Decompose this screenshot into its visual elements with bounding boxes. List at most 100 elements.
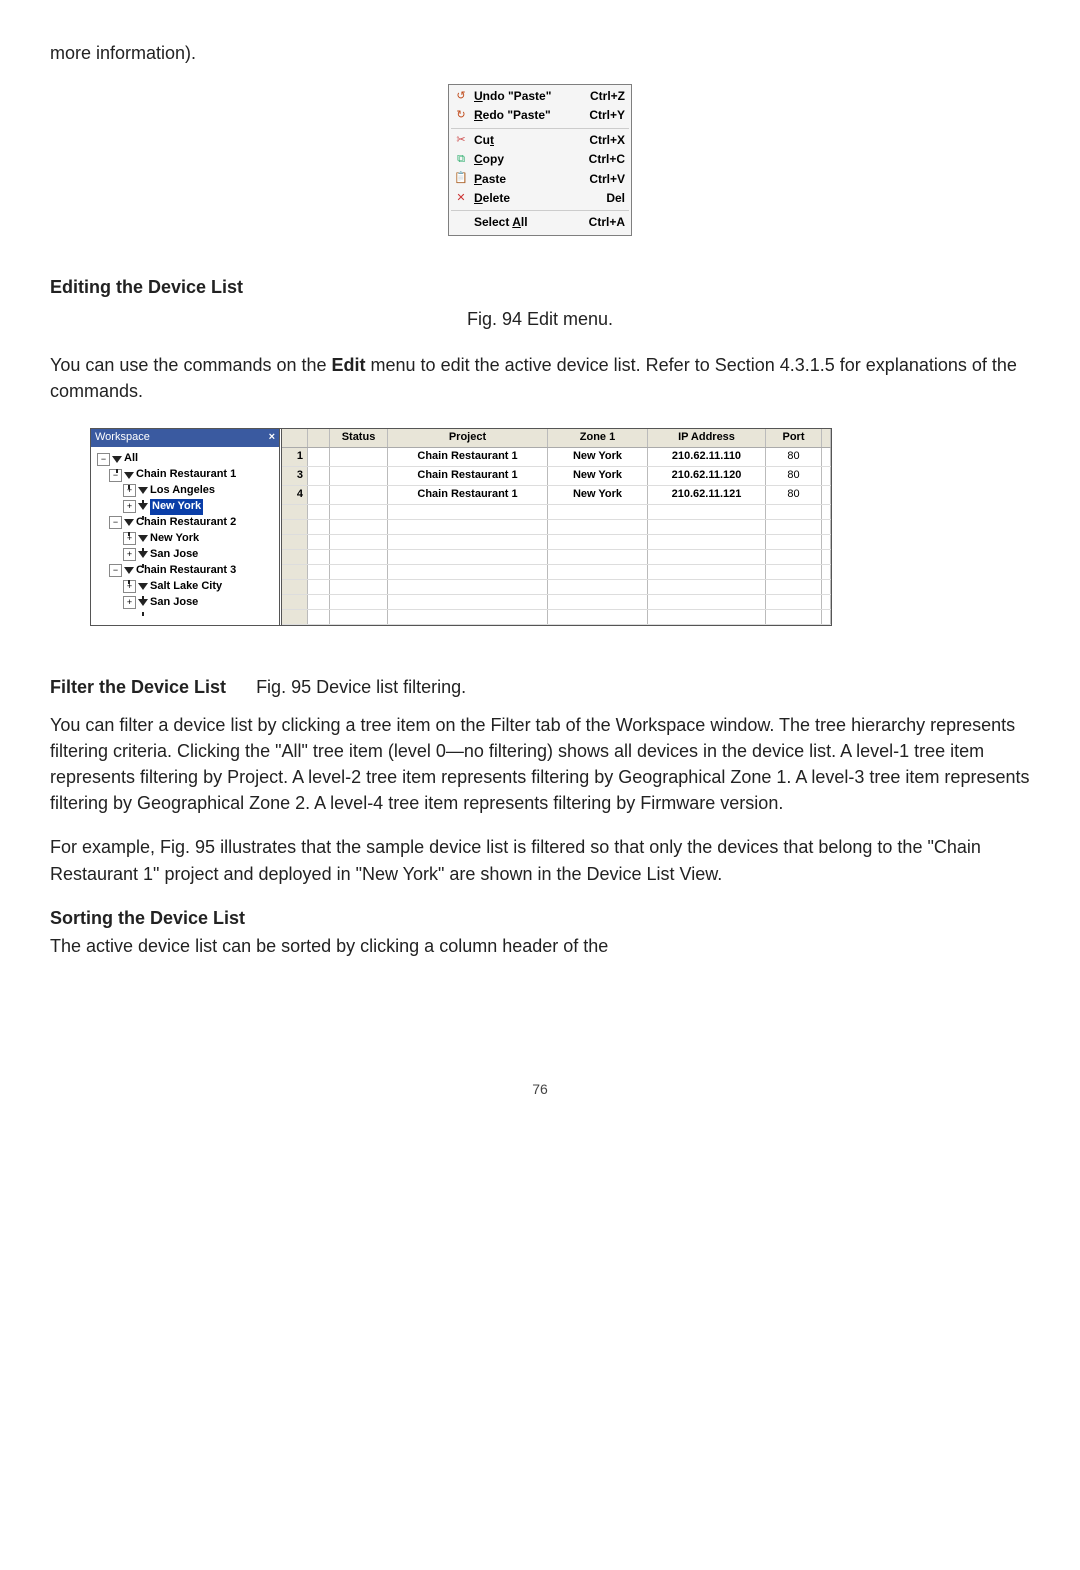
col-rownum[interactable] [282, 429, 308, 447]
table-row[interactable] [282, 580, 831, 595]
tree-item[interactable]: − Chain Restaurant 3 [93, 563, 277, 579]
tree-item[interactable]: + New York [93, 499, 277, 515]
tree-label: Chain Restaurant 3 [136, 563, 236, 579]
expand-icon[interactable]: + [123, 500, 136, 513]
menu-shortcut: Ctrl+V [589, 171, 625, 188]
filter-icon [138, 599, 148, 606]
table-row[interactable]: 1Chain Restaurant 1New York210.62.11.110… [282, 448, 831, 467]
table-row[interactable] [282, 550, 831, 565]
heading-filter: Filter the Device List [50, 674, 226, 700]
tree-label: Chain Restaurant 2 [136, 515, 236, 531]
table-row[interactable] [282, 505, 831, 520]
menu-shortcut: Del [606, 190, 625, 207]
tree-label: New York [150, 499, 203, 515]
col-status[interactable]: Status [330, 429, 388, 447]
filter-icon [138, 583, 148, 590]
table-row[interactable]: 3Chain Restaurant 1New York210.62.11.120… [282, 467, 831, 486]
col-ip[interactable]: IP Address [648, 429, 766, 447]
menu-label: Select All [474, 214, 589, 231]
table-row[interactable] [282, 565, 831, 580]
workspace-title: Workspace [95, 430, 150, 446]
filter-icon [124, 472, 134, 479]
filter-tree[interactable]: −All−Chain Restaurant 1+Los Angeles+New … [91, 447, 279, 622]
menu-item[interactable]: Select AllCtrl+A [449, 213, 631, 232]
menu-label: Cut [474, 132, 589, 149]
tree-item[interactable]: +Salt Lake City [93, 579, 277, 595]
undo-icon: ↺ [453, 90, 469, 104]
workspace-panel: Workspace × −All−Chain Restaurant 1+Los … [91, 429, 282, 625]
filter-icon [124, 567, 134, 574]
tree-label: Salt Lake City [150, 579, 222, 595]
table-row[interactable] [282, 610, 831, 625]
menu-shortcut: Ctrl+C [589, 151, 625, 168]
menu-label: Paste [474, 171, 589, 188]
heading-sorting: Sorting the Device List [50, 905, 1030, 931]
menu-item[interactable]: ✕ DeleteDel [449, 189, 631, 208]
table-row[interactable] [282, 520, 831, 535]
filter-icon [138, 535, 148, 542]
heading-editing: Editing the Device List [50, 274, 243, 300]
tree-item[interactable]: − Chain Restaurant 2 [93, 515, 277, 531]
tree-item[interactable]: + San Jose [93, 595, 277, 611]
paste-icon: 📋 [453, 172, 469, 186]
tree-label: Los Angeles [150, 483, 215, 499]
intro-text: more information). [50, 40, 1030, 66]
close-icon[interactable]: × [269, 430, 275, 446]
menu-label: Copy [474, 151, 589, 168]
para-edit-explain: You can use the commands on the Edit men… [50, 352, 1030, 404]
tree-item[interactable]: −Chain Restaurant 1 [93, 467, 277, 483]
grid-header[interactable]: Status Project Zone 1 IP Address Port [282, 429, 831, 448]
expand-icon[interactable]: + [123, 548, 136, 561]
menu-label: Undo "Paste" [474, 88, 590, 105]
expand-icon[interactable]: − [97, 453, 110, 466]
tree-label: All [124, 451, 138, 467]
filter-icon [138, 487, 148, 494]
delete-icon: ✕ [453, 192, 469, 206]
device-grid: Status Project Zone 1 IP Address Port 1C… [282, 429, 831, 625]
col-zone[interactable]: Zone 1 [548, 429, 648, 447]
para-filter-example: For example, Fig. 95 illustrates that th… [50, 834, 1030, 886]
menu-label: Delete [474, 190, 606, 207]
tree-label: Chain Restaurant 1 [136, 467, 236, 483]
filter-icon [112, 456, 122, 463]
copy-icon: ⧉ [453, 153, 469, 167]
tree-label: New York [150, 531, 199, 547]
menu-item[interactable]: 📋 PasteCtrl+V [449, 170, 631, 189]
expand-icon[interactable]: − [109, 564, 122, 577]
redo-icon: ↻ [453, 109, 469, 123]
col-port[interactable]: Port [766, 429, 822, 447]
para-sorting: The active device list can be sorted by … [50, 933, 1030, 959]
expand-icon[interactable]: + [123, 596, 136, 609]
filter-icon [138, 551, 148, 558]
blank-icon [453, 216, 469, 230]
menu-item[interactable]: ✂ CutCtrl+X [449, 131, 631, 150]
tree-item[interactable]: +Los Angeles [93, 483, 277, 499]
menu-shortcut: Ctrl+Y [589, 107, 625, 124]
caption-fig94: Fig. 94 Edit menu. [50, 306, 1030, 332]
tree-label: San Jose [150, 547, 198, 563]
table-row[interactable] [282, 535, 831, 550]
tree-label: San Jose [150, 595, 198, 611]
menu-shortcut: Ctrl+Z [590, 88, 625, 105]
menu-label: Redo "Paste" [474, 107, 589, 124]
device-list-figure: Workspace × −All−Chain Restaurant 1+Los … [90, 428, 832, 626]
col-project[interactable]: Project [388, 429, 548, 447]
table-row[interactable] [282, 595, 831, 610]
cut-icon: ✂ [453, 134, 469, 148]
para-filter-explain: You can filter a device list by clicking… [50, 712, 1030, 816]
filter-icon [138, 503, 148, 510]
tree-item[interactable]: − All [93, 451, 277, 467]
workspace-title-bar: Workspace × [91, 429, 279, 447]
tree-item[interactable]: +New York [93, 531, 277, 547]
menu-item[interactable]: ⧉ CopyCtrl+C [449, 150, 631, 169]
col-tail [822, 429, 831, 447]
edit-menu[interactable]: ↺ Undo "Paste"Ctrl+Z ↻ Redo "Paste"Ctrl+Y ✂ C… [448, 84, 632, 236]
expand-icon[interactable]: − [109, 516, 122, 529]
caption-fig95: Fig. 95 Device list filtering. [256, 674, 466, 700]
menu-item[interactable]: ↻ Redo "Paste"Ctrl+Y [449, 106, 631, 125]
menu-item[interactable]: ↺ Undo "Paste"Ctrl+Z [449, 87, 631, 106]
menu-shortcut: Ctrl+X [589, 132, 625, 149]
table-row[interactable]: 4Chain Restaurant 1New York210.62.11.121… [282, 486, 831, 505]
col-flag[interactable] [308, 429, 330, 447]
tree-item[interactable]: + San Jose [93, 547, 277, 563]
